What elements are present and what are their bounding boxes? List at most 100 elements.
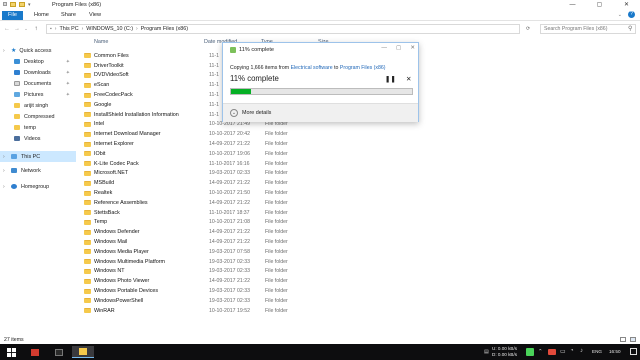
back-arrow-icon[interactable]: ←: [3, 25, 11, 33]
battery-icon[interactable]: ▭: [560, 348, 566, 355]
folder-icon: [84, 161, 91, 167]
tab-view[interactable]: View: [85, 11, 105, 20]
show-hidden-icons-icon[interactable]: ⌃: [538, 349, 543, 355]
sidebar-item-quick-access[interactable]: › ★ Quick access: [0, 45, 76, 56]
close-button[interactable]: ✕: [613, 0, 640, 10]
table-row[interactable]: Realtek 10-10-2017 21:50 File folder: [82, 188, 332, 198]
copy-destination-link[interactable]: Program Files (x86): [340, 65, 386, 71]
table-row[interactable]: Windows Photo Viewer 14-09-2017 21:22 File…: [82, 276, 332, 286]
sidebar-item-compressed[interactable]: Compressed: [0, 111, 76, 122]
file-name: DVDVideoSoft: [94, 72, 129, 79]
download-speed: D: 0.00 kB/s: [492, 352, 518, 357]
copy-source-link[interactable]: Electrical software: [291, 65, 333, 71]
wifi-icon[interactable]: ◔: [570, 348, 574, 354]
folder-icon: [84, 170, 91, 176]
refresh-icon[interactable]: ⟳: [526, 26, 530, 32]
videos-icon: [14, 136, 20, 141]
table-row[interactable]: WindowsPowerShell 19-03-2017 02:33 File fo…: [82, 296, 332, 306]
forward-arrow-icon[interactable]: →: [13, 25, 21, 33]
tab-share[interactable]: Share: [57, 11, 80, 20]
action-center-icon[interactable]: [630, 348, 637, 355]
sidebar-item-label: Network: [21, 167, 41, 174]
details-view-icon[interactable]: [620, 337, 626, 342]
language-indicator[interactable]: ENG: [592, 349, 602, 354]
table-row[interactable]: Windows Mail 14-09-2017 21:22 File folder: [82, 237, 332, 247]
up-arrow-icon[interactable]: ↑: [32, 25, 40, 33]
table-row[interactable]: Windows NT 19-03-2017 02:33 File folder: [82, 267, 332, 277]
table-row[interactable]: Microsoft.NET 19-03-2017 02:33 File folder: [82, 169, 332, 179]
expand-ribbon-icon[interactable]: ⌄: [618, 12, 622, 18]
properties-icon[interactable]: [3, 2, 7, 6]
sidebar-item-this-pc[interactable]: › This PC: [0, 151, 76, 162]
file-type: File folder: [265, 229, 288, 236]
clock[interactable]: 16:50: [609, 349, 621, 354]
table-row[interactable]: MSBuild 14-09-2017 21:22 File folder: [82, 178, 332, 188]
minimize-button[interactable]: —: [559, 0, 586, 10]
table-row[interactable]: Temp 10-10-2017 21:08 File folder: [82, 218, 332, 228]
dialog-close-button[interactable]: ✕: [410, 45, 415, 51]
tab-file[interactable]: File: [2, 11, 23, 20]
file-type: File folder: [265, 141, 288, 148]
more-details-toggle[interactable]: ⌄ More details: [223, 103, 418, 122]
folder-icon: [14, 125, 20, 130]
copy-progress-bar: [230, 88, 413, 95]
recent-locations-icon[interactable]: ⌄: [22, 25, 30, 33]
sidebar-item-arijit-singh[interactable]: arijit singh: [0, 100, 76, 111]
cancel-copy-button[interactable]: ✕: [406, 75, 411, 83]
taskbar-app-recorder[interactable]: [48, 346, 70, 358]
breadcrumb-current[interactable]: Program Files (x86): [141, 26, 188, 32]
folder-icon: [14, 103, 20, 108]
folder-icon: [84, 268, 91, 274]
help-icon[interactable]: ?: [628, 11, 635, 18]
table-row[interactable]: K-Lite Codec Pack 11-10-2017 16:16 File fo…: [82, 159, 332, 169]
tab-home[interactable]: Home: [30, 11, 53, 20]
sidebar-item-homegroup[interactable]: › Homegroup: [0, 181, 76, 192]
volume-icon[interactable]: ♪: [580, 348, 583, 354]
sidebar-item-temp[interactable]: temp: [0, 122, 76, 133]
tray-app-green-icon[interactable]: [526, 348, 534, 356]
customize-dropdown-icon[interactable]: ▾: [28, 2, 31, 8]
sidebar-item-videos[interactable]: Videos: [0, 133, 76, 144]
table-row[interactable]: Windows Multimedia Platform 19-03-2017 02…: [82, 257, 332, 267]
large-icons-view-icon[interactable]: [630, 337, 636, 342]
table-row[interactable]: Reference Assemblies 14-09-2017 21:22 File…: [82, 198, 332, 208]
collapse-arrow-icon[interactable]: ›: [3, 184, 11, 190]
column-header-name[interactable]: Name: [94, 39, 108, 45]
network-tray-icon[interactable]: ▤: [484, 349, 489, 355]
table-row[interactable]: Windows Portable Devices 19-03-2017 02:33…: [82, 286, 332, 296]
expand-details-icon[interactable]: ⌄: [230, 109, 238, 117]
sidebar-item-documents[interactable]: Documents ✦: [0, 78, 76, 89]
new-folder-icon[interactable]: [10, 2, 16, 7]
taskbar-app-file-explorer[interactable]: [72, 346, 94, 358]
table-row[interactable]: WinRAR 10-10-2017 19:52 File folder: [82, 306, 332, 316]
pause-button[interactable]: ❚❚: [385, 75, 396, 83]
maximize-button[interactable]: ▢: [586, 0, 613, 10]
file-date: 10-10-2017 20:42: [209, 131, 250, 138]
address-bar[interactable]: ▪ › This PC › WINDOWS_10 (C:) › Program …: [46, 24, 520, 34]
file-date: 14-09-2017 21:22: [209, 278, 250, 285]
breadcrumb-this-pc[interactable]: This PC: [59, 26, 78, 32]
collapse-arrow-icon[interactable]: ›: [3, 154, 11, 160]
taskbar-app-media[interactable]: [24, 346, 46, 358]
collapse-arrow-icon[interactable]: ›: [3, 48, 11, 54]
table-row[interactable]: Internet Explorer 14-09-2017 21:22 File fo…: [82, 139, 332, 149]
table-row[interactable]: IObit 10-10-2017 19:06 File folder: [82, 149, 332, 159]
table-row[interactable]: Windows Media Player 19-03-2017 07:58 File…: [82, 247, 332, 257]
file-name: Windows Defender: [94, 229, 140, 236]
dialog-minimize-button[interactable]: —: [381, 45, 387, 51]
folder-icon: [84, 92, 91, 98]
start-button[interactable]: [0, 346, 22, 358]
dialog-maximize-button[interactable]: ▢: [396, 45, 401, 51]
search-input[interactable]: Search Program Files (x86): [540, 24, 636, 34]
sidebar-item-pictures[interactable]: Pictures ✦: [0, 89, 76, 100]
table-row[interactable]: StettsBack 11-10-2017 18:37 File folder: [82, 208, 332, 218]
tray-app-red-icon[interactable]: [548, 349, 556, 355]
file-date: 19-03-2017 02:33: [209, 288, 250, 295]
breadcrumb-drive[interactable]: WINDOWS_10 (C:): [86, 26, 133, 32]
collapse-arrow-icon[interactable]: ›: [3, 168, 11, 174]
sidebar-item-desktop[interactable]: Desktop ✦: [0, 56, 76, 67]
sidebar-item-network[interactable]: › Network: [0, 165, 76, 176]
sidebar-item-downloads[interactable]: Downloads ✦: [0, 67, 76, 78]
table-row[interactable]: Windows Defender 14-09-2017 21:22 File fol…: [82, 227, 332, 237]
table-row[interactable]: Internet Download Manager 10-10-2017 20:4…: [82, 129, 332, 139]
